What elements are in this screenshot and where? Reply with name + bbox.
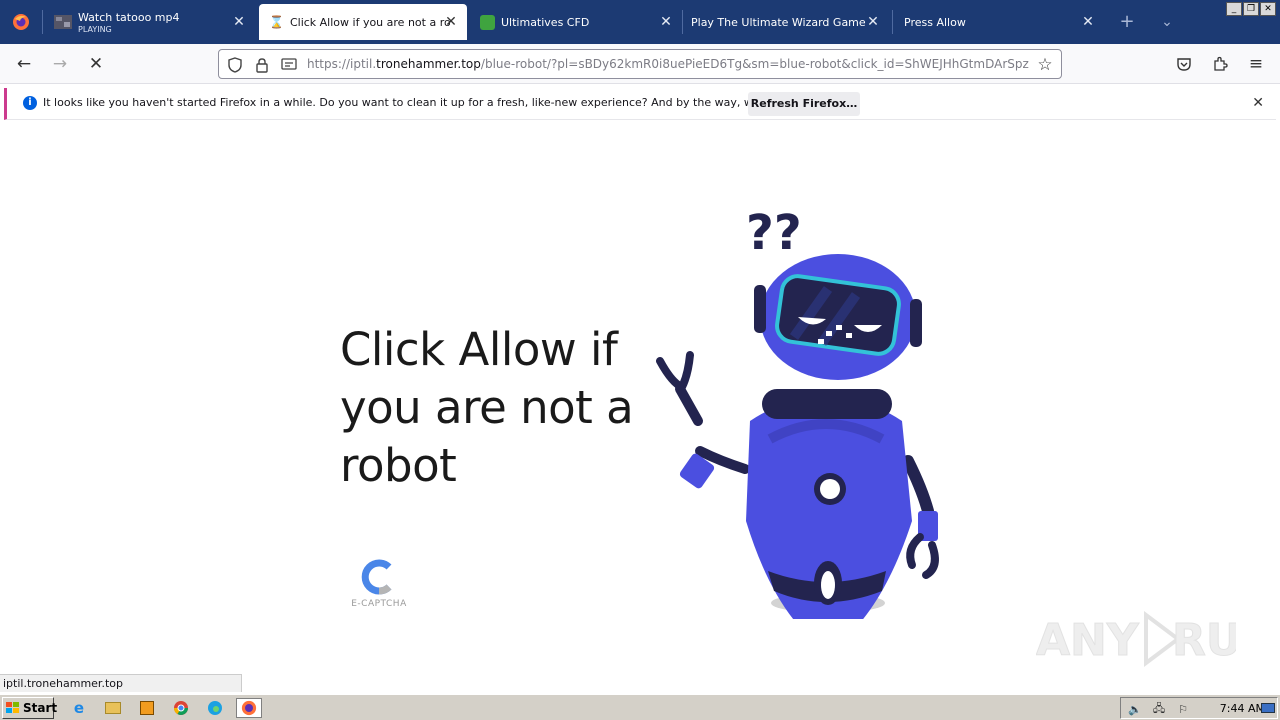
start-button[interactable]: Start [2,697,58,719]
window-controls: _ ❐ ✕ [1226,2,1276,16]
svg-text:ANY: ANY [1036,615,1140,666]
robot-illustration: ?? [656,205,939,619]
info-icon: i [23,96,37,110]
url-text[interactable]: https://iptil.tronehammer.top/blue-robot… [307,57,1029,71]
close-tab-icon[interactable]: ✕ [443,14,459,30]
url-path: /blue-robot/?pl=sBDy62kmR0i8uePieED6Tg&s… [480,57,1029,71]
restore-icon[interactable]: ❐ [1243,2,1259,16]
firefox-taskbar-icon[interactable] [236,698,262,718]
close-tab-icon[interactable]: ✕ [1080,14,1096,30]
chrome-icon[interactable] [170,698,192,718]
notification-text: It looks like you haven't started Firefo… [43,96,827,109]
tab-playing-label: PLAYING [78,24,112,34]
action-center-flag-icon[interactable]: ⚐ [1175,701,1191,717]
show-desktop-icon[interactable] [1260,700,1276,716]
url-scheme: https://iptil. [307,57,377,71]
close-notification-icon[interactable]: ✕ [1252,95,1264,111]
tab-title: Play The Ultimate Wizard Game Toda [691,15,866,29]
url-host: tronehammer.top [376,57,481,71]
close-window-icon[interactable]: ✕ [1260,2,1276,16]
lock-icon[interactable] [252,55,272,75]
hamburger-menu-icon[interactable]: ≡ [1244,52,1268,76]
list-all-tabs-icon[interactable]: ⌄ [1155,10,1179,34]
network-icon[interactable]: 🖧 [1151,701,1167,717]
back-icon[interactable]: ← [12,52,36,76]
pocket-icon[interactable] [1172,52,1196,76]
minimize-icon[interactable]: _ [1226,2,1242,16]
tab-title: Click Allow if you are not a robot [289,15,450,29]
hourglass-icon: ⌛ [269,15,284,29]
start-label: Start [23,701,58,715]
media-player-icon[interactable] [136,698,158,718]
captcha-logo-icon [361,559,392,595]
close-tab-icon[interactable]: ✕ [658,14,674,30]
svg-text:??: ?? [746,205,802,261]
stop-loading-icon[interactable]: ✕ [84,52,108,76]
page-headline: Click Allow if you are not a robot [340,323,634,492]
windows-logo-icon [6,702,19,713]
system-tray: 🔈 🖧 ⚐ 7:44 AM [1120,697,1278,719]
url-bar[interactable]: https://iptil.tronehammer.top/blue-robot… [218,49,1062,79]
tab-wizard-game[interactable]: Play The Ultimate Wizard Game Toda ✕ [684,4,889,40]
video-tab-icon [54,15,72,29]
extensions-icon[interactable] [1208,52,1232,76]
tab-title: Ultimatives CFD [501,15,590,29]
navigation-toolbar: ← → ✕ https://iptil.tronehammer.top/blue… [0,44,1280,84]
captcha-badge: E-CAPTCHA [348,557,410,609]
screen: Watch tatooo mp4 PLAYING ✕ ⌛ Click Allow… [0,0,1280,720]
file-explorer-icon[interactable] [102,698,124,718]
edge-icon[interactable] [204,698,226,718]
internet-explorer-icon[interactable]: e [68,698,90,718]
svg-text:RUN: RUN [1172,615,1236,666]
tab-title: Watch tatooo mp4 [78,10,180,24]
forward-icon[interactable]: → [48,52,72,76]
captcha-label: E-CAPTCHA [351,599,407,609]
tab-strip: Watch tatooo mp4 PLAYING ✕ ⌛ Click Allow… [0,0,1280,44]
game-icon [480,14,495,30]
page-permissions-icon[interactable] [279,55,299,75]
close-tab-icon[interactable]: ✕ [865,14,881,30]
page-content: Click Allow if you are not a robot E-CAP… [0,121,1280,691]
close-tab-icon[interactable]: ✕ [231,14,247,30]
volume-icon[interactable]: 🔈 [1127,701,1143,717]
tab-title: Press Allow [904,15,966,29]
tab-press-allow[interactable]: Press Allow ✕ [896,4,1104,40]
clock[interactable]: 7:44 AM [1220,702,1265,715]
windows-taskbar: Start e 🔈 🖧 ⚐ 7:44 AM [0,694,1280,720]
tab-ultimatives[interactable]: Ultimatives CFD ✕ [472,4,682,40]
tab-click-allow[interactable]: ⌛ Click Allow if you are not a robot ✕ [259,4,467,40]
tracking-protection-icon[interactable] [225,55,245,75]
refresh-firefox-notification: i It looks like you haven't started Fire… [4,88,1276,120]
link-status-tooltip: iptil.tronehammer.top [0,674,242,692]
new-tab-icon[interactable]: + [1115,10,1139,34]
refresh-firefox-button[interactable]: Refresh Firefox… [748,92,860,116]
tab-video[interactable]: Watch tatooo mp4 PLAYING ✕ [50,4,255,40]
firefox-menu-icon[interactable] [0,0,42,44]
anyrun-watermark-logo: ANY RUN [1036,611,1236,667]
bookmark-star-icon[interactable]: ☆ [1035,55,1055,75]
